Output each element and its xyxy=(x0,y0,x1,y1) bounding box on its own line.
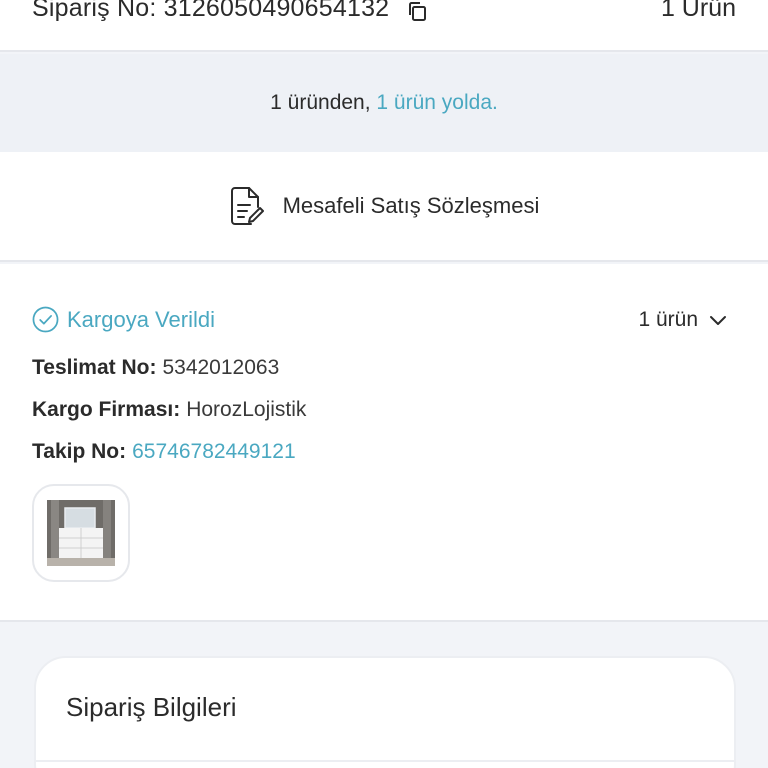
document-edit-icon xyxy=(230,187,264,225)
progress-band: 1 üründen, 1 ürün yolda. xyxy=(0,54,768,152)
check-circle-icon xyxy=(32,306,59,333)
tracking-key: Takip No: xyxy=(32,440,127,463)
carrier-row: Kargo Firması: HorozLojistik xyxy=(32,398,306,422)
order-number-group: Sipariş No: 3126050490654132 xyxy=(32,0,429,23)
count-label: 1 ürün xyxy=(638,308,698,331)
divider xyxy=(36,760,734,762)
progress-highlight: 1 ürün yolda. xyxy=(376,91,498,114)
tracking-link[interactable]: 65746782449121 xyxy=(132,440,296,463)
order-number: Sipariş No: 3126050490654132 xyxy=(32,0,390,22)
delivery-number-key: Teslimat No: xyxy=(32,356,157,379)
order-header: Sipariş No: 3126050490654132 1 Ürün xyxy=(0,0,768,52)
chevron-down-icon xyxy=(710,316,726,325)
progress-text: 1 üründen, 1 ürün yolda. xyxy=(270,91,498,115)
product-thumbnail[interactable] xyxy=(32,484,130,582)
item-count-toggle[interactable]: 1 ürün xyxy=(638,308,728,332)
item-count: 1 Ürün xyxy=(660,0,736,22)
status-label: Kargoya Verildi xyxy=(67,306,215,332)
order-info-card: Sipariş Bilgileri xyxy=(34,656,736,768)
product-image xyxy=(47,500,115,566)
shipment-card: Kargoya Verildi 1 ürün Teslimat No: 53420… xyxy=(0,264,768,622)
carrier-value: HorozLojistik xyxy=(186,398,307,421)
contract-link[interactable]: Mesafeli Satış Sözleşmesi xyxy=(0,152,768,262)
delivery-number-value: 5342012063 xyxy=(162,356,280,379)
delivery-number-row: Teslimat No: 5342012063 xyxy=(32,356,279,380)
order-info-title: Sipariş Bilgileri xyxy=(66,692,237,722)
contract-label: Mesafeli Satış Sözleşmesi xyxy=(282,193,540,218)
shipment-status: Kargoya Verildi xyxy=(32,306,215,333)
tracking-row: Takip No: 65746782449121 xyxy=(32,440,296,464)
copy-icon[interactable] xyxy=(405,0,429,23)
carrier-key: Kargo Firması: xyxy=(32,398,181,421)
progress-prefix: 1 üründen, xyxy=(270,91,377,114)
